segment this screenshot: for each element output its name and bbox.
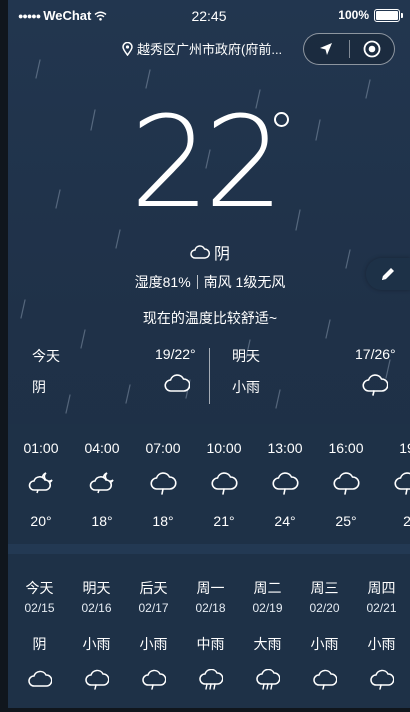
hour-temp: 24° [274, 513, 296, 529]
close-target-button[interactable] [350, 34, 395, 64]
status-bar: ●●●●● WeChat 22:45 100% [8, 0, 410, 30]
section-divider-band [8, 544, 410, 554]
hourly-forecast[interactable]: 01:00 20° 04:00 18° 07:00 18° 10:00 21° … [8, 424, 410, 544]
detail-divider [196, 275, 198, 289]
hour-time: 04:00 [84, 440, 120, 456]
cloud-rain-icon [272, 470, 300, 496]
cloud-rain-icon [150, 470, 178, 496]
navigation-arrow-icon [320, 43, 333, 55]
week-day: 周一 [196, 580, 225, 596]
forecast-condition: 小雨 [232, 379, 260, 395]
cloud-icon [28, 669, 52, 689]
forecast-tomorrow[interactable]: 明天 17/26° 小雨 [210, 340, 410, 420]
target-icon [363, 40, 381, 58]
left-frame-edge [0, 0, 8, 712]
week-day: 周四 [367, 580, 396, 596]
weather-tip: 现在的温度比较舒适~ [142, 310, 278, 326]
forecast-temp-range: 17/26° [355, 346, 396, 362]
week-date: 02/21 [366, 601, 397, 615]
week-condition: 小雨 [310, 636, 339, 652]
hour-time: 10:00 [206, 440, 242, 456]
wind-text: 南风 1级无风 [203, 274, 286, 290]
week-day: 今天 [25, 580, 54, 596]
cloud-icon [164, 373, 190, 393]
cloud-rain-icon [394, 470, 410, 496]
cloud-rain-icon [313, 669, 337, 691]
week-condition: 中雨 [196, 636, 225, 652]
week-condition: 阴 [32, 636, 47, 652]
week-date: 02/16 [81, 601, 112, 615]
hour-time: 16:00 [328, 440, 364, 456]
hour-temp: 25° [335, 513, 357, 529]
current-condition: 阴 [0, 240, 410, 264]
navigate-button[interactable] [304, 34, 349, 64]
cloud-rain-icon [142, 669, 166, 691]
cloud-heavy-rain-icon [199, 669, 223, 691]
week-date: 02/17 [138, 601, 169, 615]
capsule-menu [303, 33, 395, 65]
week-day: 周二 [253, 580, 282, 596]
week-day: 周三 [310, 580, 339, 596]
edit-button[interactable] [366, 258, 410, 290]
week-date: 02/15 [24, 601, 55, 615]
pencil-icon [382, 268, 394, 280]
battery-icon [374, 8, 403, 22]
location-label[interactable]: 越秀区广州市政府(府前... [122, 39, 282, 58]
degree-symbol [274, 112, 289, 127]
week-day: 明天 [82, 580, 111, 596]
current-temperature: 22 [130, 89, 284, 236]
weekly-forecast[interactable]: 今天 02/15 阴 明天 02/16 小雨 后天 02/17 小雨 周一 02… [8, 554, 410, 712]
week-day: 后天 [139, 580, 168, 596]
forecast-temp-range: 19/22° [155, 346, 196, 362]
week-date: 02/19 [252, 601, 283, 615]
bottom-frame-edge [0, 708, 410, 712]
cloud-moon-icon [89, 470, 117, 494]
hour-time: 19 [399, 440, 410, 456]
week-date: 02/18 [195, 601, 226, 615]
cloud-moon-icon [28, 470, 56, 494]
battery-percent: 100% [338, 8, 369, 22]
battery-group: 100% [338, 8, 403, 22]
cloud-rain-icon [370, 669, 394, 691]
weather-screen: ●●●●● WeChat 22:45 100% 越秀区广州市政府(府前... 2… [0, 0, 410, 712]
forecast-day-name: 今天 [32, 348, 60, 364]
week-condition: 小雨 [139, 636, 168, 652]
cloud-rain-icon [333, 470, 361, 496]
cloud-icon [190, 245, 210, 259]
current-condition-text: 阴 [213, 246, 230, 263]
location-pin-icon [122, 41, 133, 56]
cloud-rain-icon [362, 373, 388, 397]
hour-time: 07:00 [145, 440, 181, 456]
cloud-heavy-rain-icon [256, 669, 280, 691]
week-condition: 小雨 [82, 636, 111, 652]
hour-temp: 18° [152, 513, 174, 529]
forecast-day-name: 明天 [232, 348, 260, 364]
hour-time: 13:00 [267, 440, 303, 456]
current-details: 湿度81% 南风 1级无风 [0, 272, 410, 292]
location-text: 越秀区广州市政府(府前... [137, 42, 283, 57]
week-condition: 小雨 [367, 636, 396, 652]
hour-temp: 21° [213, 513, 235, 529]
week-date: 02/20 [309, 601, 340, 615]
forecast-condition: 阴 [32, 379, 46, 395]
hour-temp: 20° [30, 513, 52, 529]
cloud-rain-icon [85, 669, 109, 691]
two-day-forecast: 今天 19/22° 阴 明天 17/26° 小雨 [8, 340, 410, 420]
week-condition: 大雨 [253, 636, 282, 652]
humidity-text: 湿度81% [134, 274, 191, 290]
hour-temp: 2 [403, 513, 410, 529]
cloud-rain-icon [211, 470, 239, 496]
hour-time: 01:00 [23, 440, 59, 456]
forecast-today[interactable]: 今天 19/22° 阴 [8, 340, 208, 420]
hour-temp: 18° [91, 513, 113, 529]
